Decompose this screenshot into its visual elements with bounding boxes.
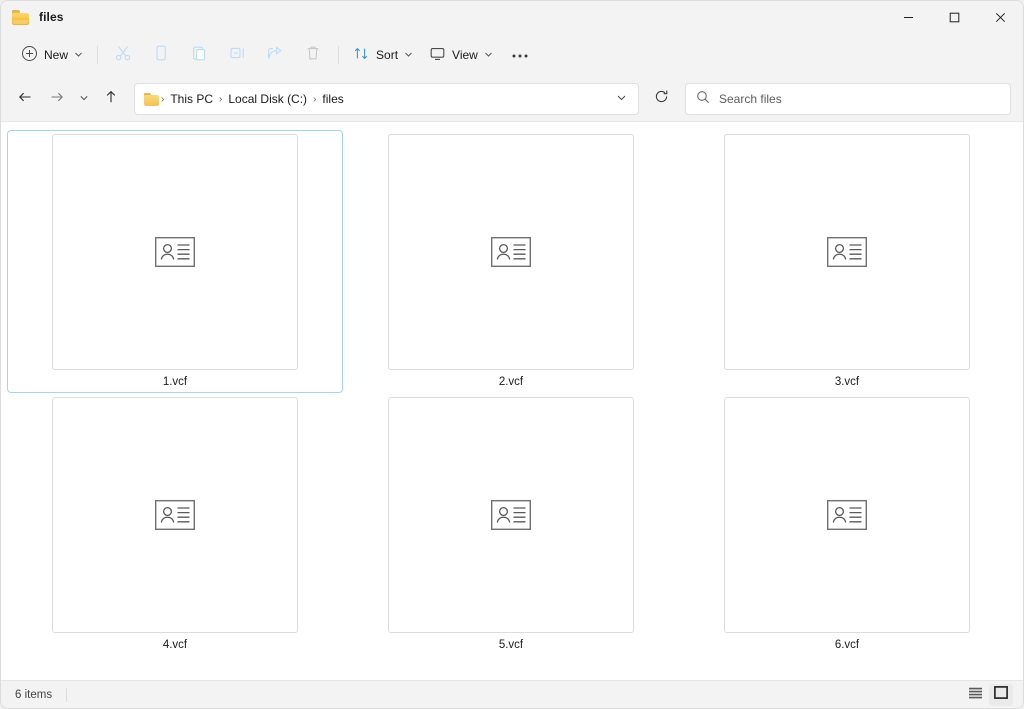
breadcrumb-local-disk[interactable]: Local Disk (C:) [223,89,312,109]
file-item-4[interactable]: 4.vcf [7,393,343,656]
address-dropdown-button[interactable] [608,86,634,112]
share-button[interactable] [256,40,294,70]
file-thumbnail [52,134,298,370]
file-thumbnail [724,134,970,370]
breadcrumb-files[interactable]: files [317,89,348,109]
address-dropdown-chevron-icon [616,90,627,108]
back-button[interactable] [9,83,41,115]
new-button-label: New [44,48,69,62]
file-item-6[interactable]: 6.vcf [679,393,1015,656]
search-input[interactable]: Search files [685,83,1011,115]
monitor-icon [429,45,446,65]
rename-button[interactable] [218,40,256,70]
file-item-2[interactable]: 2.vcf [343,130,679,393]
search-placeholder: Search files [719,92,782,106]
file-item-5[interactable]: 5.vcf [343,393,679,656]
file-thumbnail [724,397,970,633]
minimize-button[interactable] [885,1,931,33]
status-bar: 6 items [1,680,1023,708]
chevron-down-icon [74,48,83,62]
forward-button[interactable] [41,83,73,115]
new-button[interactable]: New [13,40,91,70]
breadcrumb-bar[interactable]: › This PC › Local Disk (C:) › files [134,83,639,115]
share-icon [266,44,284,67]
chevron-down-icon [404,48,413,62]
scissors-icon [114,44,132,67]
view-toggle-group [963,683,1013,706]
command-bar: New Sort View [1,33,1023,77]
file-explorer-window: files New Sort View › This PC › Local Di… [0,0,1024,709]
copy-button[interactable] [142,40,180,70]
sort-arrows-icon [353,45,370,65]
file-grid: 1.vcf 2.vcf 3.vcf 4.vcf 5.vcf 6.vcf [7,130,1023,656]
search-icon [696,90,710,109]
view-button[interactable]: View [421,40,501,70]
ellipsis-icon [511,46,529,64]
folder-icon [12,9,30,25]
delete-button[interactable] [294,40,332,70]
sort-button[interactable]: Sort [345,40,421,70]
file-item-3[interactable]: 3.vcf [679,130,1015,393]
toolbar-divider-1 [97,46,99,64]
up-arrow-icon [103,89,119,110]
clipboard-icon [190,44,208,67]
file-name-label: 3.vcf [834,376,860,388]
see-more-button[interactable] [501,40,539,70]
file-list-area[interactable]: 1.vcf 2.vcf 3.vcf 4.vcf 5.vcf 6.vcf [1,121,1023,680]
file-thumbnail [388,134,634,370]
rename-icon [228,44,246,67]
vcard-icon [491,500,531,530]
item-count-label: 6 items [15,688,53,701]
file-name-label: 1.vcf [162,376,188,388]
file-name-label: 2.vcf [498,376,524,388]
file-name-label: 4.vcf [162,639,188,651]
close-button[interactable] [977,1,1023,33]
breadcrumb-this-pc[interactable]: This PC [165,89,218,109]
vcard-icon [155,500,195,530]
window-title: files [39,10,64,24]
breadcrumb-folder-icon [144,92,160,106]
details-view-icon [968,686,983,704]
file-thumbnail [52,397,298,633]
recent-locations-button[interactable] [73,83,95,115]
sort-button-label: Sort [376,48,399,62]
window-controls [885,1,1023,33]
refresh-icon [654,89,669,109]
large-icons-view-button[interactable] [989,683,1013,706]
recent-locations-chevron-icon [79,90,89,108]
vcard-icon [491,237,531,267]
details-view-button[interactable] [963,684,987,706]
file-thumbnail [388,397,634,633]
back-arrow-icon [17,89,33,110]
file-name-label: 6.vcf [834,639,860,651]
vcard-icon [827,237,867,267]
address-bar-row: › This PC › Local Disk (C:) › files Sear… [1,77,1023,121]
up-button[interactable] [95,83,127,115]
plus-circle-icon [21,45,38,65]
copy-icon [152,44,170,67]
maximize-button[interactable] [931,1,977,33]
trash-icon [304,44,322,67]
file-name-label: 5.vcf [498,639,524,651]
large-icons-view-icon [994,685,1008,704]
view-button-label: View [452,48,478,62]
paste-button[interactable] [180,40,218,70]
toolbar-divider-2 [338,46,340,64]
chevron-down-icon [484,48,493,62]
refresh-button[interactable] [645,83,677,115]
cut-button[interactable] [104,40,142,70]
file-item-1[interactable]: 1.vcf [7,130,343,393]
status-divider [66,687,68,702]
vcard-icon [827,500,867,530]
vcard-icon [155,237,195,267]
title-bar: files [1,1,1023,33]
forward-arrow-icon [49,89,65,110]
